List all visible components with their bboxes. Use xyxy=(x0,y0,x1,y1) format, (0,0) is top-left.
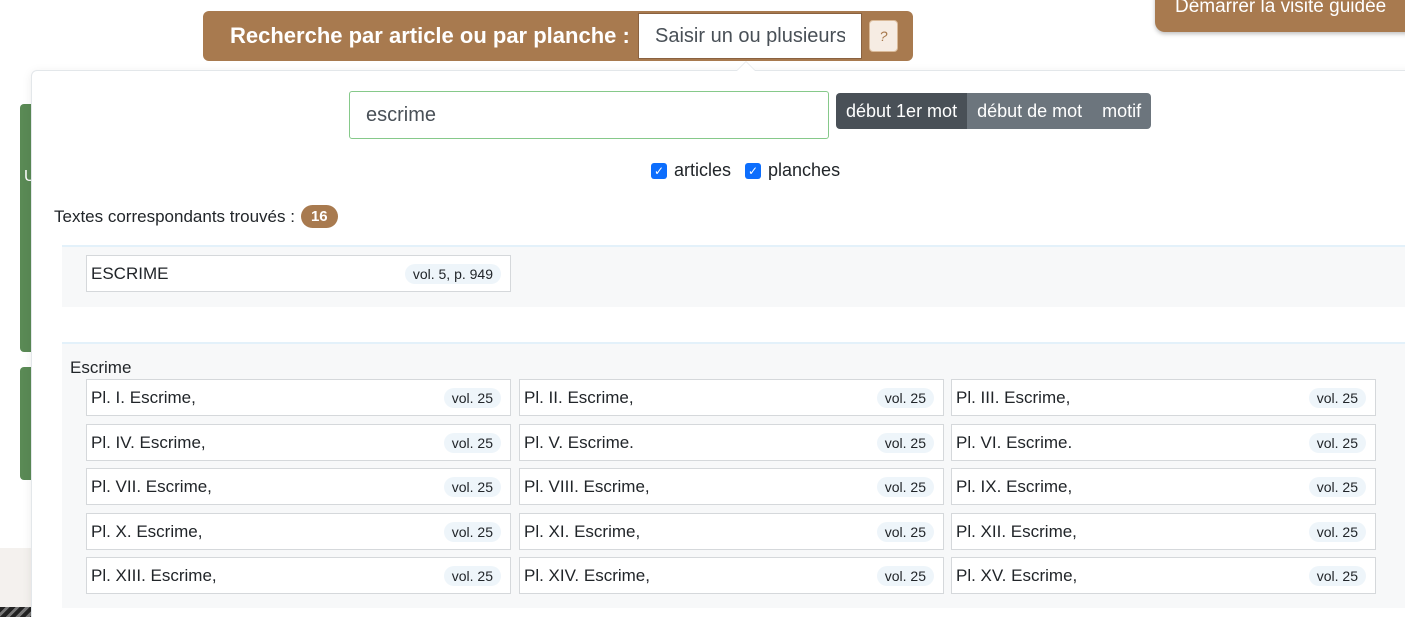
plate-title: Pl. I. Escrime, xyxy=(91,387,196,407)
search-bar: Recherche par article ou par planche : ? xyxy=(203,11,913,61)
plate-result[interactable]: Pl. IV. Escrime, vol. 25 xyxy=(86,424,511,461)
plate-title: Pl. XIII. Escrime, xyxy=(91,565,217,585)
plate-volume: vol. 25 xyxy=(1308,432,1366,453)
plates-group-label: Escrime xyxy=(70,358,132,377)
plate-volume: vol. 25 xyxy=(876,565,934,586)
plate-result[interactable]: Pl. XIII. Escrime, vol. 25 xyxy=(86,557,511,594)
article-result[interactable]: ESCRIME vol. 5, p. 949 xyxy=(86,255,511,292)
plate-volume: vol. 25 xyxy=(443,565,501,586)
plate-result[interactable]: Pl. VIII. Escrime, vol. 25 xyxy=(519,468,944,505)
plate-volume: vol. 25 xyxy=(876,387,934,408)
filter-articles-label: articles xyxy=(674,160,732,180)
plate-result[interactable]: Pl. XIV. Escrime, vol. 25 xyxy=(519,557,944,594)
plate-title: Pl. II. Escrime, xyxy=(524,387,634,407)
plate-title: Pl. VII. Escrime, xyxy=(91,476,212,496)
plate-volume: vol. 25 xyxy=(1308,565,1366,586)
plate-result[interactable]: Pl. III. Escrime, vol. 25 xyxy=(951,379,1376,416)
popover-arrow-inner xyxy=(737,62,755,71)
plate-volume: vol. 25 xyxy=(443,476,501,497)
filter-articles[interactable]: ✓ articles xyxy=(651,160,731,181)
plate-title: Pl. V. Escrime. xyxy=(524,432,634,452)
help-button[interactable]: ? xyxy=(869,20,898,52)
article-volume: vol. 5, p. 949 xyxy=(404,263,501,284)
checkbox-checked-icon[interactable]: ✓ xyxy=(651,162,667,179)
checkbox-checked-icon[interactable]: ✓ xyxy=(745,162,762,179)
plate-title: Pl. XII. Escrime, xyxy=(956,521,1077,541)
plate-title: Pl. X. Escrime, xyxy=(91,521,203,541)
plate-volume: vol. 25 xyxy=(1308,387,1366,408)
plate-volume: vol. 25 xyxy=(1308,521,1366,542)
plate-title: Pl. VI. Escrime. xyxy=(956,432,1073,452)
plate-result[interactable]: Pl. X. Escrime, vol. 25 xyxy=(86,513,511,550)
background-image xyxy=(0,607,32,617)
result-count-label: Textes correspondants trouvés : xyxy=(54,206,295,226)
articles-section: ESCRIME vol. 5, p. 949 xyxy=(62,245,1405,307)
plate-volume: vol. 25 xyxy=(443,387,501,408)
result-count: Textes correspondants trouvés : 16 xyxy=(54,205,338,228)
plate-title: Pl. IV. Escrime, xyxy=(91,432,206,452)
plate-volume: vol. 25 xyxy=(876,521,934,542)
filter-plates-label: planches xyxy=(768,160,841,180)
plate-result[interactable]: Pl. I. Escrime, vol. 25 xyxy=(86,379,511,416)
match-mode-group: début 1er mot début de mot motif xyxy=(836,93,1152,129)
result-count-badge: 16 xyxy=(300,205,338,228)
search-label: Recherche par article ou par planche : xyxy=(230,23,630,48)
plate-result[interactable]: Pl. VI. Escrime. vol. 25 xyxy=(951,424,1376,461)
article-title: ESCRIME xyxy=(91,263,169,283)
plates-section: Escrime Pl. I. Escrime, vol. 25 Pl. II. Es… xyxy=(62,342,1405,608)
type-filters: ✓ articles ✓ planches xyxy=(651,160,854,181)
plate-title: Pl. IX. Escrime, xyxy=(956,476,1073,496)
start-tour-button[interactable]: Démarrer la visite guidée xyxy=(1155,0,1405,32)
plate-result[interactable]: Pl. XI. Escrime, vol. 25 xyxy=(519,513,944,550)
mode-word-start-button[interactable]: début de mot xyxy=(967,93,1093,129)
plate-title: Pl. XI. Escrime, xyxy=(524,521,641,541)
query-input[interactable] xyxy=(349,91,829,139)
plate-result[interactable]: Pl. XV. Escrime, vol. 25 xyxy=(951,557,1376,594)
page: U Démarrer la visite guidée Recherche pa… xyxy=(0,0,1405,617)
plate-volume: vol. 25 xyxy=(443,521,501,542)
plate-result[interactable]: Pl. VII. Escrime, vol. 25 xyxy=(86,468,511,505)
plate-volume: vol. 25 xyxy=(876,476,934,497)
plate-title: Pl. VIII. Escrime, xyxy=(524,476,650,496)
plate-title: Pl. III. Escrime, xyxy=(956,387,1071,407)
mode-first-word-start-button[interactable]: début 1er mot xyxy=(836,93,968,129)
plate-volume: vol. 25 xyxy=(443,432,501,453)
plate-result[interactable]: Pl. II. Escrime, vol. 25 xyxy=(519,379,944,416)
plate-result[interactable]: Pl. XII. Escrime, vol. 25 xyxy=(951,513,1376,550)
plate-title: Pl. XIV. Escrime, xyxy=(524,565,650,585)
search-input[interactable] xyxy=(638,13,862,59)
plate-volume: vol. 25 xyxy=(1308,476,1366,497)
filter-plates[interactable]: ✓ planches xyxy=(745,160,840,181)
mode-pattern-button[interactable]: motif xyxy=(1092,93,1152,129)
plate-title: Pl. XV. Escrime, xyxy=(956,565,1078,585)
plate-volume: vol. 25 xyxy=(876,432,934,453)
plate-result[interactable]: Pl. V. Escrime. vol. 25 xyxy=(519,424,944,461)
plate-result[interactable]: Pl. IX. Escrime, vol. 25 xyxy=(951,468,1376,505)
